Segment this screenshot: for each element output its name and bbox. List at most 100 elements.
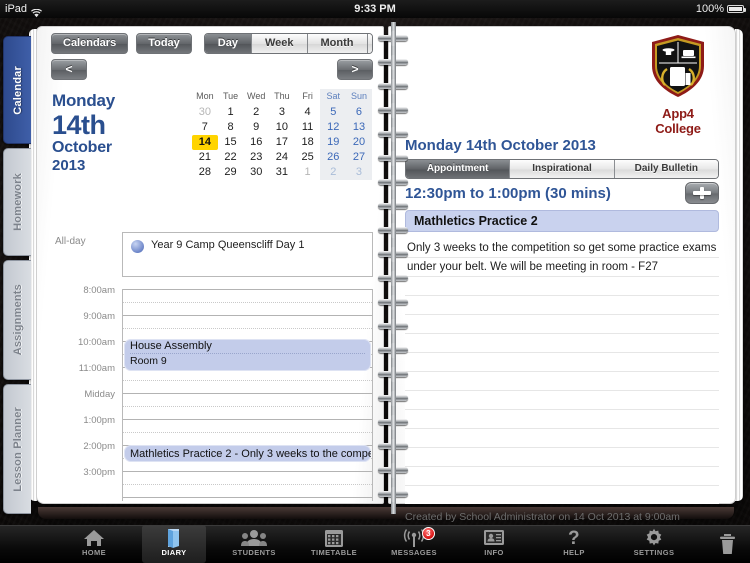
previous-day-button[interactable]: < — [51, 59, 87, 80]
mc-day[interactable]: 4 — [295, 105, 321, 120]
time-label: 10:00am — [78, 337, 115, 348]
mc-head-fri: Fri — [302, 91, 313, 101]
mc-day[interactable]: 30 — [192, 105, 218, 120]
all-day-event-list[interactable]: Year 9 Camp Queenscliff Day 1 — [122, 232, 373, 277]
mini-calendar[interactable]: Mon Tue Wed Thu Fri Sat Sun 30 1 2 3 4 5… — [192, 89, 372, 180]
time-label: 9:00am — [83, 311, 115, 322]
appointment-time-range: 12:30pm to 1:00pm (30 mins) — [405, 185, 611, 202]
tab-info[interactable]: INFO — [462, 525, 526, 563]
event-color-dot-icon — [131, 240, 144, 253]
mc-head-wed: Wed — [247, 91, 266, 101]
today-button[interactable]: Today — [136, 32, 192, 54]
mc-day[interactable]: 8 — [218, 120, 244, 135]
sidebar-item-lesson-planner[interactable]: Lesson Planner — [3, 384, 31, 514]
tab-timetable[interactable]: TIMETABLE — [302, 525, 366, 563]
sidebar-item-assignments[interactable]: Assignments — [3, 260, 31, 380]
time-label: 11:00am — [78, 363, 115, 374]
timeline-event-location: Room 9 — [130, 355, 167, 367]
timeline-event[interactable]: House Assembly Room 9 — [124, 339, 371, 371]
mc-day[interactable]: 9 — [243, 120, 269, 135]
mc-day[interactable]: 29 — [218, 165, 244, 180]
timeline-event[interactable]: Mathletics Practice 2 - Only 3 weeks to … — [124, 445, 371, 462]
right-page: App4 College Monday 14th October 2013 Ap… — [388, 26, 736, 523]
school-shield-logo-icon — [652, 35, 704, 97]
all-day-label: All-day — [55, 236, 86, 247]
tab-week[interactable]: Week — [251, 33, 308, 53]
timeline-event-title: House Assembly — [130, 340, 212, 352]
presentation-icon — [462, 525, 526, 548]
tab-students[interactable]: STUDENTS — [222, 525, 286, 563]
mc-day[interactable]: 20 — [346, 135, 372, 150]
messages-badge: 3 — [422, 527, 435, 540]
mc-day[interactable]: 1 — [295, 165, 321, 180]
tab-messages[interactable]: 3 MESSAGES — [382, 525, 446, 563]
mc-day[interactable]: 26 — [320, 150, 347, 165]
mc-day[interactable]: 3 — [346, 165, 372, 180]
mc-day[interactable]: 15 — [218, 135, 244, 150]
question-mark-icon: ? — [542, 525, 606, 548]
appointment-notes[interactable]: Only 3 weeks to the competition so get s… — [405, 239, 719, 504]
calendars-button[interactable]: Calendars — [51, 32, 129, 54]
mc-day[interactable]: 25 — [295, 150, 321, 165]
mc-day[interactable]: 12 — [320, 120, 347, 135]
next-day-button[interactable]: > — [337, 59, 373, 80]
mc-day[interactable]: 17 — [269, 135, 295, 150]
mc-head-sat: Sat — [320, 89, 347, 105]
mc-day[interactable]: 2 — [243, 105, 269, 120]
mc-day[interactable]: 7 — [192, 120, 218, 135]
mc-day[interactable]: 10 — [269, 120, 295, 135]
mc-day[interactable]: 3 — [269, 105, 295, 120]
tab-appointment[interactable]: Appointment — [406, 160, 511, 178]
tab-help[interactable]: ? HELP — [542, 525, 606, 563]
tab-diary[interactable]: DIARY — [142, 525, 206, 563]
mc-day[interactable]: 16 — [243, 135, 269, 150]
broadcast-icon — [382, 525, 446, 548]
mc-day[interactable]: 5 — [320, 105, 347, 120]
mc-head-mon: Mon — [196, 91, 214, 101]
battery-icon — [727, 5, 746, 13]
tab-settings[interactable]: SETTINGS — [622, 525, 686, 563]
mc-day[interactable]: 23 — [243, 150, 269, 165]
mc-day[interactable]: 6 — [346, 105, 372, 120]
tab-label: STUDENTS — [232, 548, 276, 557]
mc-day[interactable]: 22 — [218, 150, 244, 165]
delete-button[interactable] — [714, 529, 740, 559]
mc-day[interactable]: 21 — [192, 150, 218, 165]
tab-list[interactable]: List — [367, 33, 372, 53]
mc-day[interactable]: 13 — [346, 120, 372, 135]
tab-home[interactable]: HOME — [62, 525, 126, 563]
day-timeline[interactable]: House Assembly Room 9 Mathletics Practic… — [122, 289, 373, 501]
mc-day[interactable]: 1 — [218, 105, 244, 120]
mc-day[interactable]: 2 — [320, 165, 347, 180]
sidebar-item-homework[interactable]: Homework — [3, 148, 31, 256]
mc-day[interactable]: 27 — [346, 150, 372, 165]
tab-daily-bulletin[interactable]: Daily Bulletin — [614, 160, 718, 178]
current-date-panel: Monday 14th October 2013 — [52, 91, 147, 174]
tab-day[interactable]: Day — [204, 33, 252, 53]
mc-day[interactable]: 18 — [295, 135, 321, 150]
mc-day[interactable]: 30 — [243, 165, 269, 180]
page-title: Monday 14th October 2013 — [405, 137, 596, 154]
tab-label: MESSAGES — [391, 548, 437, 557]
mc-day[interactable]: 24 — [269, 150, 295, 165]
mc-day-today[interactable]: 14 — [192, 135, 218, 150]
book-icon — [142, 525, 206, 548]
sidebar-item-calendar[interactable]: Calendar — [3, 36, 31, 144]
mc-day[interactable]: 28 — [192, 165, 218, 180]
all-day-event-title: Year 9 Camp Queenscliff Day 1 — [151, 239, 305, 251]
created-by-footer: Created by School Administrator on 14 Oc… — [405, 511, 680, 523]
tab-label: DIARY — [161, 548, 187, 557]
tab-inspirational[interactable]: Inspirational — [510, 160, 615, 178]
svg-text:?: ? — [568, 528, 580, 548]
mc-day[interactable]: 31 — [269, 165, 295, 180]
mc-day[interactable]: 11 — [295, 120, 321, 135]
add-appointment-button[interactable] — [685, 182, 719, 204]
date-year: 2013 — [52, 157, 86, 175]
mc-day[interactable]: 19 — [320, 135, 347, 150]
tab-month[interactable]: Month — [307, 33, 368, 53]
mini-calendar-week: 21 22 23 24 25 26 27 — [192, 150, 372, 165]
battery-percent-label: 100% — [695, 3, 724, 15]
appointment-title[interactable]: Mathletics Practice 2 — [405, 210, 719, 232]
mini-calendar-week: 28 29 30 31 1 2 3 — [192, 165, 372, 180]
date-weekday: Monday — [52, 91, 116, 110]
